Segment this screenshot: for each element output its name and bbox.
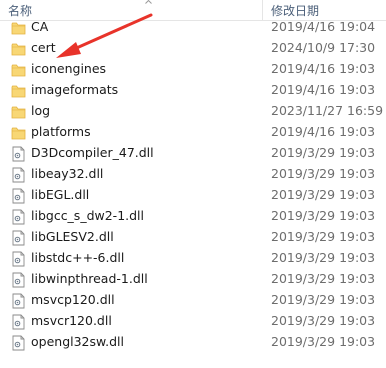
file-row[interactable]: libstdc++-6.dll 2019/3/29 19:03 — [0, 248, 386, 269]
file-modified-date: 2019/4/16 19:03 — [271, 82, 376, 97]
file-modified-date: 2019/3/29 19:03 — [271, 208, 376, 223]
file-modified-date: 2019/3/29 19:03 — [271, 250, 376, 265]
file-modified-date: 2019/3/29 19:03 — [271, 334, 376, 349]
file-name: CA — [31, 19, 49, 34]
file-modified-date: 2019/3/29 19:03 — [271, 145, 376, 160]
file-name: platforms — [31, 124, 91, 139]
folder-icon — [11, 20, 26, 36]
dll-file-icon — [11, 167, 26, 183]
file-row[interactable]: libeay32.dll 2019/3/29 19:03 — [0, 164, 386, 185]
dll-file-icon — [11, 293, 26, 309]
file-name: imageformats — [31, 82, 119, 97]
file-row[interactable]: libgcc_s_dw2-1.dll 2019/3/29 19:03 — [0, 206, 386, 227]
dll-file-icon — [11, 230, 26, 246]
file-modified-date: 2019/4/16 19:03 — [271, 124, 376, 139]
folder-icon — [11, 62, 26, 78]
file-name: libgcc_s_dw2-1.dll — [31, 208, 145, 223]
file-modified-date: 2024/10/9 17:30 — [271, 40, 376, 55]
file-name: libGLESV2.dll — [31, 229, 114, 244]
file-row[interactable]: platforms 2019/4/16 19:03 — [0, 122, 386, 143]
file-modified-date: 2019/4/16 19:04 — [271, 19, 376, 34]
sort-ascending-icon[interactable] — [145, 0, 152, 4]
file-modified-date: 2019/3/29 19:03 — [271, 271, 376, 286]
dll-file-icon — [11, 335, 26, 351]
file-name: msvcr120.dll — [31, 313, 112, 328]
dll-file-icon — [11, 209, 26, 225]
folder-icon — [11, 41, 26, 57]
file-name: msvcp120.dll — [31, 292, 115, 307]
file-modified-date: 2019/3/29 19:03 — [271, 187, 376, 202]
file-row[interactable]: cert 2024/10/9 17:30 — [0, 38, 386, 59]
file-row[interactable]: libEGL.dll 2019/3/29 19:03 — [0, 185, 386, 206]
file-modified-date: 2019/3/29 19:03 — [271, 166, 376, 181]
file-name: libeay32.dll — [31, 166, 104, 181]
file-name: libEGL.dll — [31, 187, 90, 202]
file-row[interactable]: libwinpthread-1.dll 2019/3/29 19:03 — [0, 269, 386, 290]
file-name: libstdc++-6.dll — [31, 250, 125, 265]
file-modified-date: 2019/4/16 19:03 — [271, 61, 376, 76]
file-name: opengl32sw.dll — [31, 334, 124, 349]
dll-file-icon — [11, 314, 26, 330]
file-row[interactable]: opengl32sw.dll 2019/3/29 19:03 — [0, 332, 386, 353]
folder-icon — [11, 125, 26, 141]
file-name: D3Dcompiler_47.dll — [31, 145, 154, 160]
file-row[interactable]: iconengines 2019/4/16 19:03 — [0, 59, 386, 80]
dll-file-icon — [11, 272, 26, 288]
folder-icon — [11, 83, 26, 99]
file-row[interactable]: msvcr120.dll 2019/3/29 19:03 — [0, 311, 386, 332]
file-row[interactable]: log 2023/11/27 16:59 — [0, 101, 386, 122]
file-modified-date: 2019/3/29 19:03 — [271, 292, 376, 307]
file-modified-date: 2019/3/29 19:03 — [271, 313, 376, 328]
file-name: cert — [31, 40, 56, 55]
folder-icon — [11, 104, 26, 120]
file-modified-date: 2019/3/29 19:03 — [271, 229, 376, 244]
file-name: iconengines — [31, 61, 107, 76]
file-name: log — [31, 103, 51, 118]
dll-file-icon — [11, 251, 26, 267]
dll-file-icon — [11, 188, 26, 204]
file-row[interactable]: libGLESV2.dll 2019/3/29 19:03 — [0, 227, 386, 248]
file-row[interactable]: CA 2019/4/16 19:04 — [0, 17, 386, 38]
file-name: libwinpthread-1.dll — [31, 271, 148, 286]
file-row[interactable]: D3Dcompiler_47.dll 2019/3/29 19:03 — [0, 143, 386, 164]
file-modified-date: 2023/11/27 16:59 — [271, 103, 384, 118]
dll-file-icon — [11, 146, 26, 162]
file-row[interactable]: msvcp120.dll 2019/3/29 19:03 — [0, 290, 386, 311]
file-row[interactable]: imageformats 2019/4/16 19:03 — [0, 80, 386, 101]
